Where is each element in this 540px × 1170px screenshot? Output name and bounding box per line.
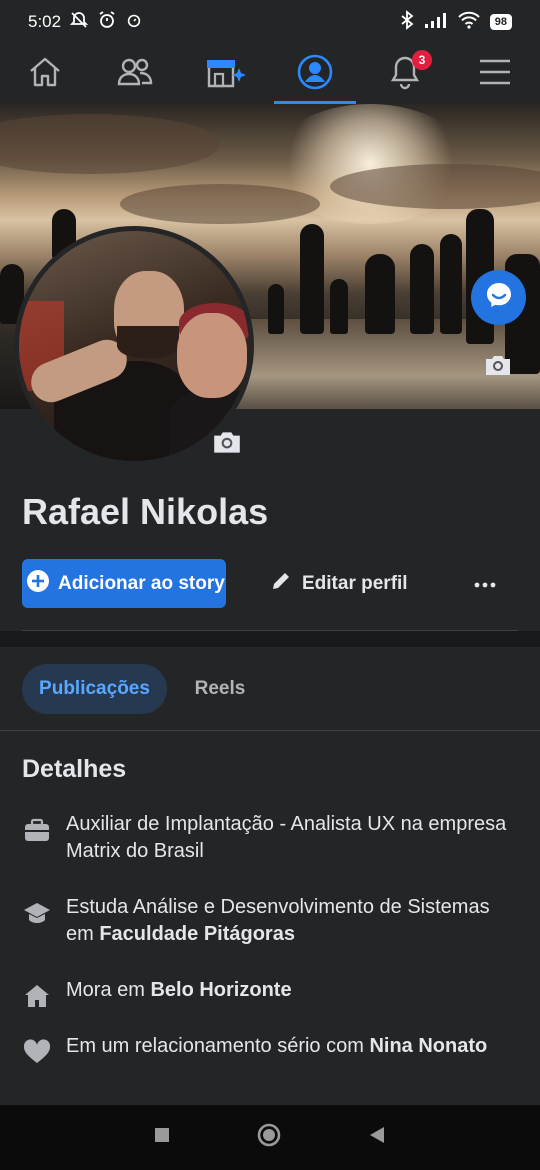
profile-photo bbox=[19, 231, 249, 461]
camera-icon bbox=[211, 428, 243, 461]
heart-icon bbox=[22, 1037, 52, 1067]
wifi-icon bbox=[458, 11, 480, 34]
briefcase-icon bbox=[22, 815, 52, 845]
top-navigation: 3 bbox=[0, 44, 540, 104]
detail-relationship-prefix: Em um relacionamento sério com bbox=[66, 1035, 370, 1057]
status-bar: 5:02 98 bbox=[0, 0, 540, 44]
nav-menu[interactable] bbox=[450, 44, 540, 104]
hamburger-menu-icon bbox=[478, 57, 512, 92]
notifications-muted-icon bbox=[69, 10, 89, 35]
chess-piece bbox=[268, 284, 284, 334]
more-options-icon bbox=[474, 575, 496, 593]
friends-icon bbox=[116, 54, 154, 95]
detail-location-prefix: Mora em bbox=[66, 979, 151, 1001]
home-button[interactable] bbox=[256, 1122, 282, 1153]
tab-publicacoes[interactable]: Publicações bbox=[22, 664, 167, 714]
detail-education-place[interactable]: Faculdade Pitágoras bbox=[99, 923, 295, 945]
profile-name: Rafael Nikolas bbox=[22, 491, 269, 532]
back-button[interactable] bbox=[367, 1125, 387, 1150]
edit-avatar-camera-button[interactable] bbox=[208, 428, 246, 460]
more-options-button[interactable] bbox=[456, 559, 514, 608]
nav-marketplace[interactable] bbox=[180, 44, 270, 104]
chess-piece bbox=[365, 254, 395, 334]
marketplace-icon bbox=[203, 54, 247, 95]
house-icon bbox=[22, 981, 52, 1011]
add-to-story-button[interactable]: Adicionar ao story bbox=[22, 559, 226, 608]
chess-piece bbox=[330, 279, 348, 334]
detail-work-text: Auxiliar de Implantação - Analista UX na… bbox=[66, 813, 507, 862]
recents-button[interactable] bbox=[153, 1126, 171, 1149]
notification-badge: 3 bbox=[412, 50, 432, 70]
detail-location-text: Mora em Belo Horizonte bbox=[66, 977, 292, 1004]
status-time: 5:02 bbox=[28, 12, 62, 31]
battery-indicator: 98 bbox=[489, 14, 512, 30]
detail-location-place[interactable]: Belo Horizonte bbox=[150, 979, 291, 1001]
detail-location: Mora em Belo Horizonte bbox=[22, 977, 522, 1011]
graduation-cap-icon bbox=[22, 898, 52, 928]
cover-cloud bbox=[120, 184, 320, 224]
divider bbox=[0, 730, 540, 731]
detail-education: Estuda Análise e Desenvolvimento de Sist… bbox=[22, 894, 522, 948]
detail-relationship-person[interactable]: Nina Nonato bbox=[369, 1035, 487, 1057]
add-to-story-label: Adicionar ao story bbox=[58, 572, 225, 594]
alarm-icon bbox=[97, 10, 117, 35]
cover-cloud bbox=[0, 114, 220, 174]
pencil-icon bbox=[270, 570, 292, 598]
detail-relationship: Em um relacionamento sério com Nina Nona… bbox=[22, 1033, 522, 1067]
nav-notifications[interactable]: 3 bbox=[360, 44, 450, 104]
detail-education-text: Estuda Análise e Desenvolvimento de Sist… bbox=[66, 894, 522, 948]
camera-icon bbox=[483, 352, 513, 383]
signal-icon bbox=[424, 12, 448, 33]
messenger-button[interactable] bbox=[471, 270, 526, 325]
messenger-icon bbox=[484, 280, 514, 315]
chess-piece bbox=[440, 234, 462, 334]
chess-piece bbox=[300, 224, 324, 334]
nav-profile[interactable] bbox=[270, 44, 360, 104]
edit-cover-camera-button[interactable] bbox=[481, 352, 515, 382]
nav-friends[interactable] bbox=[90, 44, 180, 104]
tab-reels[interactable]: Reels bbox=[180, 664, 260, 714]
detail-work: Auxiliar de Implantação - Analista UX na… bbox=[22, 811, 522, 865]
section-separator bbox=[0, 631, 540, 647]
detail-relationship-text: Em um relacionamento sério com Nina Nona… bbox=[66, 1033, 487, 1060]
alarm-clock-icon bbox=[125, 11, 143, 34]
details-heading: Detalhes bbox=[22, 755, 127, 783]
system-navigation-bar bbox=[0, 1105, 540, 1170]
profile-icon bbox=[296, 53, 334, 96]
edit-profile-label: Editar perfil bbox=[302, 572, 408, 594]
bluetooth-icon bbox=[400, 9, 414, 35]
chess-piece bbox=[410, 244, 434, 334]
nav-home[interactable] bbox=[0, 44, 90, 104]
plus-circle-icon bbox=[26, 569, 50, 599]
home-icon bbox=[27, 54, 63, 95]
edit-profile-button[interactable]: Editar perfil bbox=[256, 559, 436, 608]
